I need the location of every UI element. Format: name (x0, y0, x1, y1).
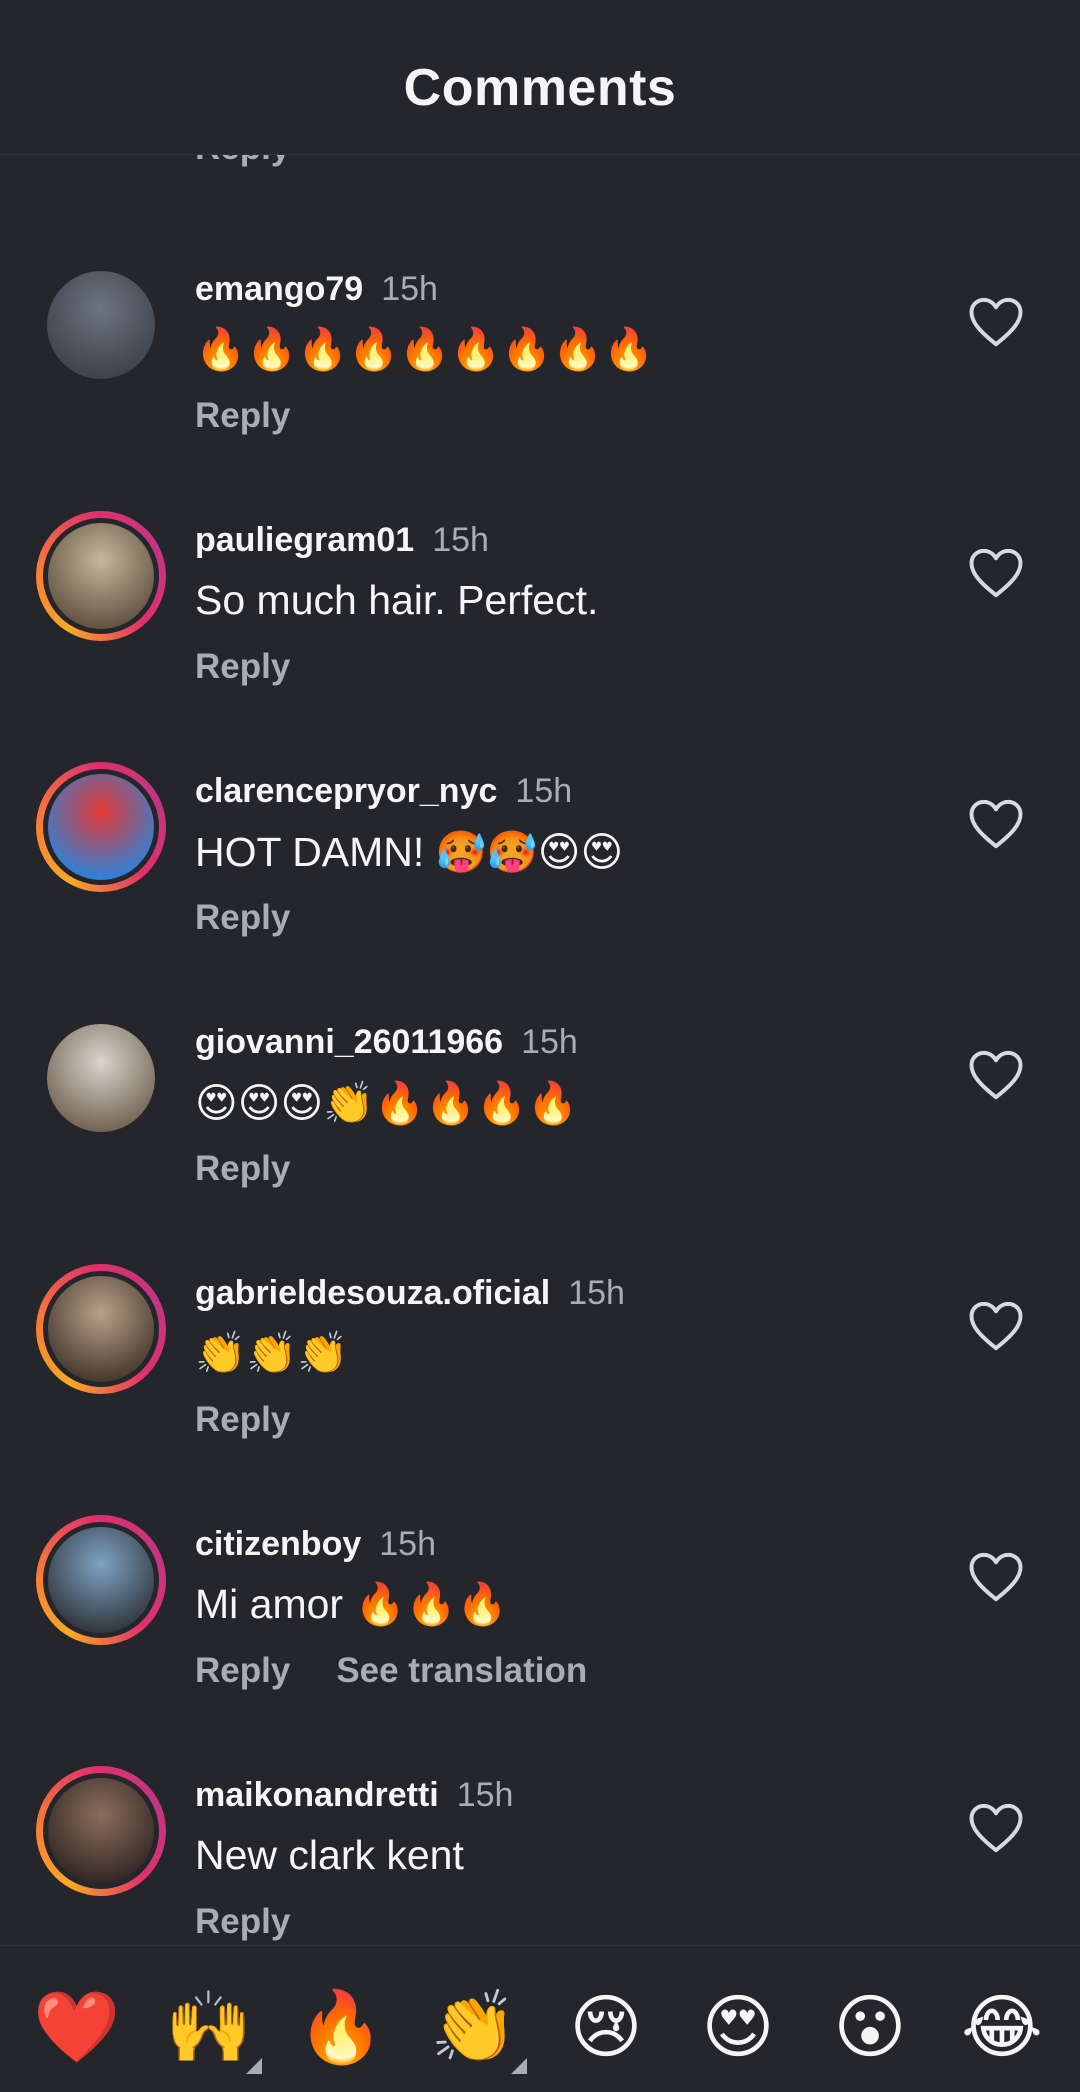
avatar[interactable] (36, 762, 166, 892)
avatar-image (43, 1522, 159, 1638)
avatar-image (47, 1024, 155, 1132)
avatar[interactable] (36, 1515, 166, 1645)
heart-outline-icon[interactable] (968, 296, 1024, 348)
heart-outline-icon[interactable] (968, 1049, 1024, 1101)
comments-list[interactable]: Reply emango7915h🔥🔥🔥🔥🔥🔥🔥🔥🔥Replypauliegra… (0, 0, 1080, 2092)
heart-outline-icon[interactable] (968, 1551, 1024, 1603)
heart-outline-icon[interactable] (968, 1300, 1024, 1352)
comment-actions: Reply (195, 898, 290, 938)
comments-screen: Reply emango7915h🔥🔥🔥🔥🔥🔥🔥🔥🔥Replypauliegra… (0, 0, 1080, 2092)
heart-outline-icon[interactable] (968, 547, 1024, 599)
username-link[interactable]: gabrieldesouza.oficial (195, 1274, 550, 1312)
reply-button[interactable]: Reply (195, 898, 290, 937)
comment-header: gabrieldesouza.oficial 15h (195, 1274, 625, 1313)
quick-reaction-button[interactable]: 😢 (561, 1982, 651, 2072)
avatar[interactable] (36, 260, 166, 390)
comment-header: clarencepryor_nyc 15h (195, 772, 572, 811)
comment-header: maikonandretti 15h (195, 1776, 513, 1815)
comment-actions: Reply (195, 647, 290, 687)
heart-outline-icon[interactable] (968, 1802, 1024, 1854)
comment-text: 👏👏👏 (195, 1330, 349, 1376)
comment-timestamp: 15h (456, 1776, 514, 1814)
avatar-image (47, 271, 155, 379)
page-title: Comments (403, 59, 677, 117)
comment-timestamp: 15h (381, 270, 438, 308)
quick-reaction-button[interactable]: ❤️ (32, 1982, 122, 2072)
comment-timestamp: 15h (379, 1525, 436, 1563)
comment-item: citizenboy 15h Mi amor 🔥🔥🔥 Reply See transla… (0, 1515, 1080, 1765)
username-link[interactable]: emango79 (195, 270, 363, 308)
comment-text: HOT DAMN! 🥵🥵😍😍 (195, 829, 624, 875)
username-link[interactable]: citizenboy (195, 1525, 361, 1563)
quick-reaction-button[interactable]: 👏 (429, 1982, 519, 2072)
avatar[interactable] (36, 511, 166, 641)
reply-button[interactable]: Reply (195, 396, 290, 435)
reply-button[interactable]: Reply (195, 1149, 290, 1188)
heart-outline-icon[interactable] (968, 798, 1024, 850)
avatar-image (43, 1773, 159, 1889)
username-link[interactable]: giovanni_26011966 (195, 1023, 503, 1061)
avatar[interactable] (36, 1264, 166, 1394)
comment-actions: Reply (195, 1902, 290, 1942)
comment-timestamp: 15h (521, 1023, 578, 1061)
comment-timestamp: 15h (432, 521, 489, 559)
quick-reaction-button[interactable]: 🔥 (296, 1982, 386, 2072)
header-bar: Comments (0, 0, 1080, 155)
reply-button[interactable]: Reply (195, 1651, 290, 1690)
avatar-image (43, 769, 159, 885)
variant-indicator-icon (246, 2058, 262, 2074)
variant-indicator-icon (511, 2058, 527, 2074)
quick-reaction-button[interactable]: 😂 (957, 1982, 1047, 2072)
comment-actions: Reply See translation (195, 1651, 587, 1691)
reply-button[interactable]: Reply (195, 1902, 290, 1941)
comment-item: clarencepryor_nyc 15h HOT DAMN! 🥵🥵😍😍 Reply (0, 762, 1080, 1012)
comment-text: Mi amor 🔥🔥🔥 (195, 1581, 508, 1627)
username-link[interactable]: pauliegram01 (195, 521, 414, 559)
comment-timestamp: 15h (515, 772, 573, 810)
avatar[interactable] (36, 1766, 166, 1896)
quick-reaction-bar: ❤️ 🙌 🔥 👏 😢 😍 😮 😂 (0, 1945, 1080, 2092)
reply-button[interactable]: Reply (195, 647, 290, 686)
comment-item: pauliegram01 15h So much hair. Perfect. Rep… (0, 511, 1080, 761)
comment-text: 🔥🔥🔥🔥🔥🔥🔥🔥🔥 (195, 326, 655, 372)
comment-header: citizenboy 15h (195, 1525, 436, 1564)
avatar-image (43, 1271, 159, 1387)
comment-header: pauliegram01 15h (195, 521, 489, 560)
comment-timestamp: 15h (568, 1274, 625, 1312)
comment-text: 😍😍😍👏🔥🔥🔥🔥 (195, 1080, 579, 1126)
quick-reaction-button[interactable]: 😮 (825, 1982, 915, 2072)
comment-item: emango79 15h 🔥🔥🔥🔥🔥🔥🔥🔥🔥 Reply (0, 260, 1080, 510)
comment-header: emango79 15h (195, 270, 438, 309)
comment-text: New clark kent (195, 1832, 464, 1878)
comment-header: giovanni_26011966 15h (195, 1023, 578, 1062)
quick-reaction-button[interactable]: 😍 (693, 1982, 783, 2072)
comment-item: gabrieldesouza.oficial 15h 👏👏👏 Reply (0, 1264, 1080, 1514)
username-link[interactable]: clarencepryor_nyc (195, 772, 497, 810)
avatar-image (43, 518, 159, 634)
comment-item: giovanni_26011966 15h 😍😍😍👏🔥🔥🔥🔥 Reply (0, 1013, 1080, 1263)
comment-actions: Reply (195, 1400, 290, 1440)
see-translation-button[interactable]: See translation (336, 1651, 587, 1690)
comment-actions: Reply (195, 1149, 290, 1189)
reply-button[interactable]: Reply (195, 1400, 290, 1439)
comment-actions: Reply (195, 396, 290, 436)
comment-text: So much hair. Perfect. (195, 577, 599, 623)
quick-reaction-button[interactable]: 🙌 (164, 1982, 254, 2072)
avatar[interactable] (36, 1013, 166, 1143)
username-link[interactable]: maikonandretti (195, 1776, 439, 1814)
